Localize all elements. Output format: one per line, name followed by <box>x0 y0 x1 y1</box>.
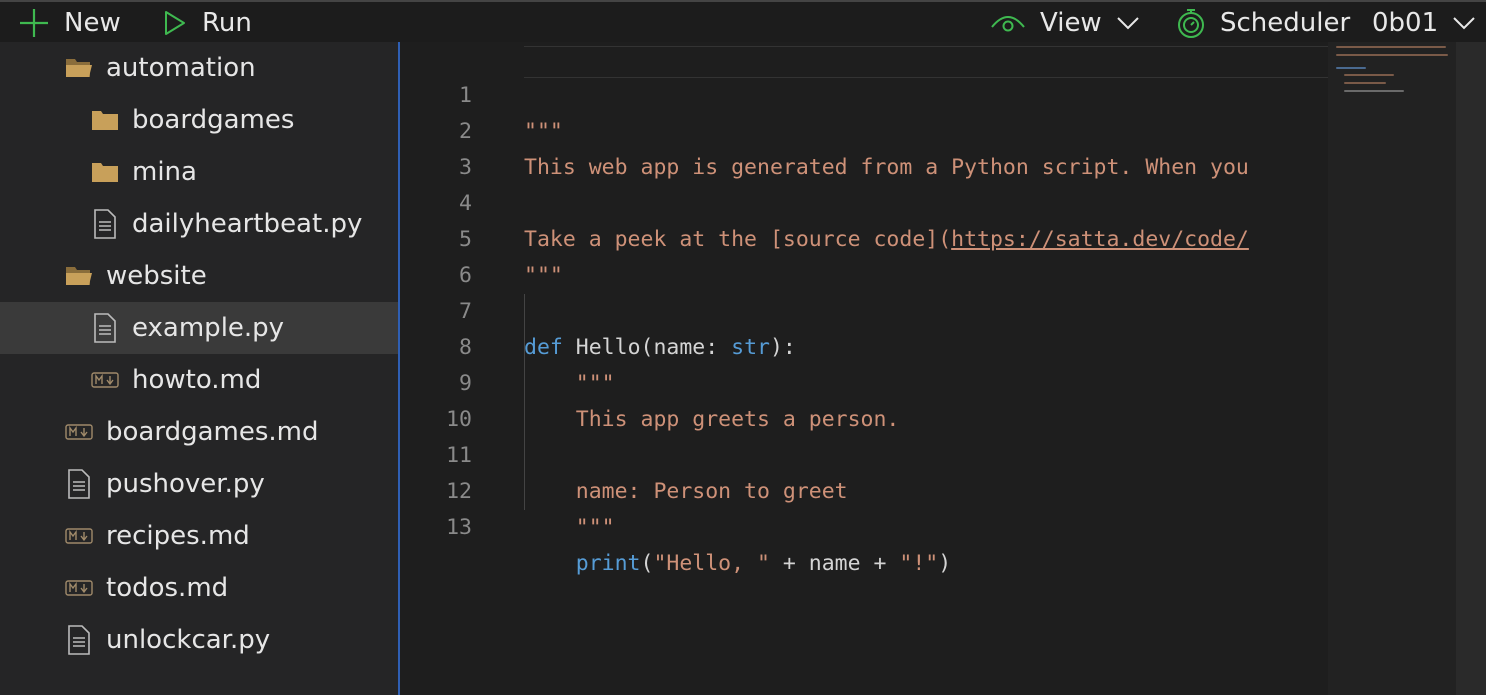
tree-item-label: howto.md <box>132 365 262 395</box>
tree-item-label: dailyheartbeat.py <box>132 209 363 239</box>
code-line: 4 Take a peek at the [source code](https… <box>400 150 1328 252</box>
tree-item-label: pushover.py <box>106 469 265 499</box>
folder-icon <box>90 105 120 135</box>
tree-item-label: recipes.md <box>106 521 250 551</box>
open-folder-icon <box>64 53 94 83</box>
branch-label: 0b01 <box>1372 8 1439 38</box>
play-icon <box>165 11 185 35</box>
tree-item-mina[interactable]: mina <box>0 146 398 198</box>
code-line: 3 <box>400 114 1328 180</box>
run-button[interactable]: Run <box>162 2 252 44</box>
tree-item-label: mina <box>132 157 197 187</box>
tree-item-label: website <box>106 261 207 291</box>
code-line: 12 """ <box>400 438 1328 540</box>
minimap-line <box>1344 74 1394 76</box>
toolbar: New Run View Scheduler 0b01 <box>0 0 1486 42</box>
minimap-line <box>1344 90 1404 92</box>
branch-dropdown[interactable]: 0b01 <box>1372 2 1476 44</box>
new-label: New <box>64 8 121 38</box>
markdown-icon <box>90 365 120 395</box>
new-button[interactable]: New <box>18 2 121 44</box>
chevron-down-icon <box>1116 17 1139 30</box>
tree-item-label: automation <box>106 53 256 83</box>
tree-item-label: boardgames <box>132 105 295 135</box>
print-call: print <box>524 551 641 576</box>
view-menu-button[interactable]: View <box>990 2 1140 44</box>
tree-item-recipes[interactable]: recipes.md <box>0 510 398 562</box>
code-line: 10 <box>400 366 1328 432</box>
line-text: """ <box>524 515 615 540</box>
minimap-line <box>1336 54 1448 56</box>
file-tree: automation boardgames mina dailyheartbea… <box>0 42 398 695</box>
minimap-line <box>1344 82 1386 84</box>
run-label: Run <box>202 8 252 38</box>
code-line: 9 This app greets a person. <box>400 330 1328 432</box>
open-folder-icon <box>64 261 94 291</box>
minimap-line <box>1336 46 1446 48</box>
tree-item-dailyheartbeat[interactable]: dailyheartbeat.py <box>0 198 398 250</box>
markdown-icon <box>64 573 94 603</box>
tree-item-todos[interactable]: todos.md <box>0 562 398 614</box>
vertical-scrollbar[interactable] <box>1456 42 1486 695</box>
expression: + name + <box>769 551 900 576</box>
line-number: 13 <box>446 515 472 540</box>
code-line: 8 """ <box>400 294 1328 396</box>
tree-item-boardgames[interactable]: boardgames <box>0 94 398 146</box>
tree-item-website[interactable]: website <box>0 250 398 302</box>
string-literal: "Hello, " <box>653 551 770 576</box>
eye-icon <box>991 16 1025 32</box>
code-editor[interactable]: 1 """ 2 This web app is generated from a… <box>400 42 1328 695</box>
folder-icon <box>90 157 120 187</box>
paren-close: ) <box>938 551 952 576</box>
code-line: 11 name: Person to greet <box>400 402 1328 504</box>
code-line: 13 print("Hello, " + name + "!") <box>400 474 1328 576</box>
plus-icon <box>20 9 48 37</box>
code-line: 1 """ <box>400 42 1328 144</box>
paren-open: ( <box>640 551 654 576</box>
line-text: print("Hello, " + name + "!") <box>524 546 951 582</box>
string-literal: "!" <box>899 551 939 576</box>
tree-item-label: todos.md <box>106 573 229 603</box>
code-line: 5 """ <box>400 186 1328 288</box>
file-icon <box>64 625 94 655</box>
file-icon <box>90 209 120 239</box>
tree-item-unlockcar[interactable]: unlockcar.py <box>0 614 398 666</box>
tree-item-howto[interactable]: howto.md <box>0 354 398 406</box>
file-icon <box>90 313 120 343</box>
code-line: 7 def Hello(name: str): <box>400 258 1328 360</box>
scheduler-button[interactable]: Scheduler <box>1176 2 1350 44</box>
markdown-icon <box>64 417 94 447</box>
code-line: 2 This web app is generated from a Pytho… <box>400 78 1328 180</box>
chevron-down-icon <box>1453 17 1475 30</box>
tree-item-label: example.py <box>132 313 285 343</box>
minimap[interactable] <box>1328 42 1456 695</box>
markdown-icon <box>64 521 94 551</box>
tree-item-example[interactable]: example.py <box>0 302 398 354</box>
stopwatch-icon <box>1178 9 1204 38</box>
tree-item-label: boardgames.md <box>106 417 319 447</box>
file-icon <box>64 469 94 499</box>
code-line: 6 <box>400 222 1328 288</box>
scheduler-label: Scheduler <box>1220 8 1351 38</box>
tree-item-pushover[interactable]: pushover.py <box>0 458 398 510</box>
tree-item-label: unlockcar.py <box>106 625 271 655</box>
tree-item-automation[interactable]: automation <box>0 42 398 94</box>
view-label: View <box>1040 8 1102 38</box>
tree-item-boardgames-md[interactable]: boardgames.md <box>0 406 398 458</box>
minimap-line <box>1336 67 1366 69</box>
